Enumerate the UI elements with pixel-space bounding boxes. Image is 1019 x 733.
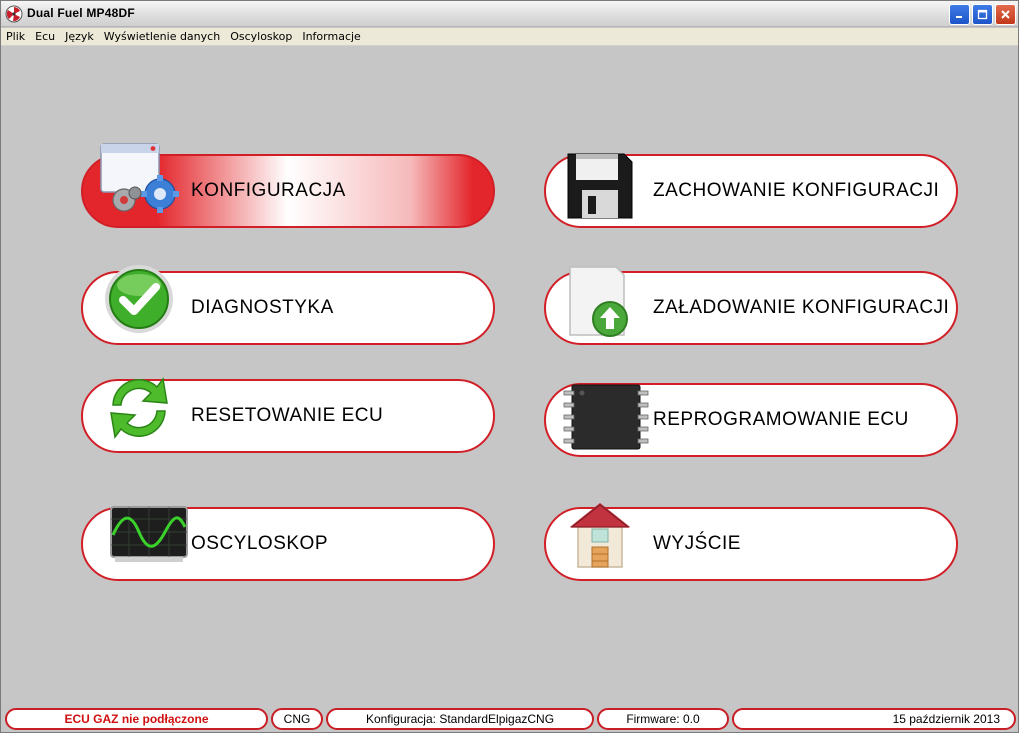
main-window: Dual Fuel MP48DF Plik Ecu Język Wyświetl… (0, 0, 1019, 733)
close-icon (1001, 10, 1010, 19)
status-date: 15 październik 2013 (732, 708, 1016, 730)
settings-gears-icon (100, 143, 179, 213)
wyjscie-button[interactable]: WYJŚCIE (544, 503, 958, 581)
menu-bar: Plik Ecu Język Wyświetlenie danych Oscyl… (1, 28, 1018, 46)
status-fuel: CNG (271, 708, 323, 730)
zachowanie-konfiguracji-button[interactable]: ZACHOWANIE KONFIGURACJI (544, 153, 958, 228)
refresh-arrows-icon (110, 377, 168, 439)
konfiguracja-label: KONFIGURACJA (191, 180, 346, 201)
zachowanie-konfiguracji-label: ZACHOWANIE KONFIGURACJI (653, 180, 940, 201)
oscilloscope-icon (110, 506, 188, 562)
fan-icon (5, 5, 23, 23)
zaladowanie-konfiguracji-label: ZAŁADOWANIE KONFIGURACJI (653, 297, 950, 318)
minimize-button[interactable] (949, 4, 970, 25)
floppy-disk-icon (567, 153, 633, 219)
status-config: Konfiguracja: StandardElpigazCNG (326, 708, 594, 730)
menu-plik[interactable]: Plik (1, 28, 30, 45)
diagnostyka-button[interactable]: DIAGNOSTYKA (81, 265, 495, 345)
close-button[interactable] (995, 4, 1016, 25)
status-connection: ECU GAZ nie podłączone (5, 708, 268, 730)
microchip-icon (563, 384, 649, 450)
oscyloskop-label: OSCYLOSKOP (191, 533, 328, 554)
maximize-button[interactable] (972, 4, 993, 25)
konfiguracja-button[interactable]: KONFIGURACJA (81, 143, 495, 228)
resetowanie-ecu-button[interactable]: RESETOWANIE ECU (81, 377, 495, 453)
checkmark-icon (105, 265, 173, 333)
reprogramowanie-ecu-button[interactable]: REPROGRAMOWANIE ECU (544, 383, 958, 457)
resetowanie-ecu-label: RESETOWANIE ECU (191, 405, 384, 426)
window-title: Dual Fuel MP48DF (27, 6, 135, 20)
house-icon (570, 503, 630, 568)
reprogramowanie-ecu-label: REPROGRAMOWANIE ECU (653, 409, 909, 430)
status-firmware: Firmware: 0.0 (597, 708, 729, 730)
upload-document-icon (569, 266, 628, 337)
menu-informacje[interactable]: Informacje (297, 28, 365, 45)
wyjscie-label: WYJŚCIE (653, 533, 741, 554)
menu-wyswietlenie-danych[interactable]: Wyświetlenie danych (99, 28, 225, 45)
title-bar[interactable]: Dual Fuel MP48DF (1, 1, 1018, 27)
maximize-icon (977, 9, 988, 20)
minimize-icon (956, 16, 962, 18)
oscyloskop-button[interactable]: OSCYLOSKOP (81, 506, 495, 581)
zaladowanie-konfiguracji-button[interactable]: ZAŁADOWANIE KONFIGURACJI (544, 266, 958, 345)
menu-jezyk[interactable]: Język (60, 28, 99, 45)
menu-ecu[interactable]: Ecu (30, 28, 60, 45)
diagnostyka-label: DIAGNOSTYKA (191, 297, 334, 318)
menu-oscyloskop[interactable]: Oscyloskop (225, 28, 297, 45)
